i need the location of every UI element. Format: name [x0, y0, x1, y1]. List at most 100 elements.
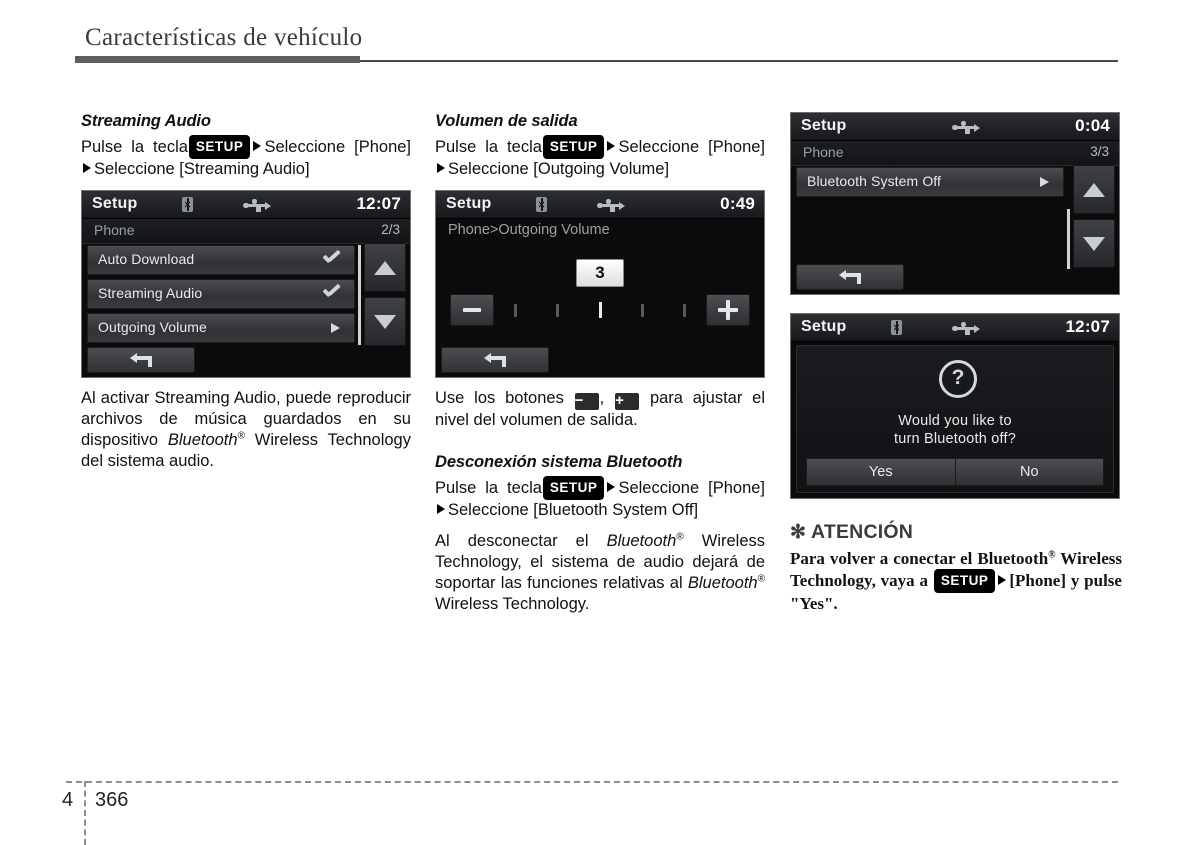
- volume-decrease-button[interactable]: [450, 294, 494, 326]
- screen-menu-list: Bluetooth System Off: [796, 167, 1064, 201]
- navigation-path-outgoing-volume: Pulse la tecla SETUP Seleccione [Phone] Se…: [435, 135, 765, 180]
- path-arrow-icon: [607, 482, 616, 492]
- setup-key-badge[interactable]: SETUP: [188, 135, 251, 159]
- screen-clock: 12:07: [356, 194, 401, 213]
- path-step-2: Seleccione [Outgoing Volume]: [448, 160, 670, 178]
- screen-breadcrumb-bar: Phone 2/3: [82, 219, 410, 244]
- scrollbar-track[interactable]: [1067, 209, 1070, 269]
- scroll-up-arrow-icon: [374, 260, 396, 275]
- usb-icon: [596, 199, 625, 212]
- dialog-message-line-2: turn Bluetooth off?: [893, 431, 1017, 447]
- minus-key-chip[interactable]: −: [574, 393, 599, 410]
- back-button[interactable]: [441, 347, 549, 373]
- back-icon: [130, 353, 152, 367]
- scroll-buttons: [1073, 165, 1115, 268]
- screen-title: Setup: [801, 117, 847, 134]
- path-arrow-icon-2: [437, 504, 445, 514]
- bluetooth-icon: [536, 197, 547, 212]
- chapter-number: 4: [62, 789, 74, 811]
- scroll-up-arrow-icon: [1083, 182, 1105, 197]
- bluetooth-icon: [182, 197, 193, 212]
- setup-key-badge[interactable]: SETUP: [542, 135, 605, 159]
- check-icon: [323, 252, 340, 264]
- page-header: Características de vehículo: [0, 0, 1200, 70]
- scrollbar-track[interactable]: [358, 245, 361, 345]
- list-item-label: Streaming Audio: [98, 285, 203, 301]
- description-streaming-audio: Al activar Streaming Audio, puede reprod…: [81, 389, 411, 470]
- no-button[interactable]: No: [955, 458, 1104, 486]
- chevron-right-icon: [1040, 177, 1049, 187]
- volume-value-display: 3: [576, 259, 624, 287]
- scroll-up-button[interactable]: [364, 243, 406, 292]
- path-arrow-icon-2: [437, 163, 445, 173]
- scroll-down-button[interactable]: [364, 297, 406, 346]
- list-item[interactable]: Outgoing Volume: [87, 313, 355, 343]
- path-arrow-icon: [998, 575, 1007, 585]
- list-item[interactable]: Bluetooth System Off: [796, 167, 1064, 197]
- back-button[interactable]: [87, 347, 195, 373]
- volume-tick: [556, 303, 560, 317]
- screen-status-bar: Setup 12:07: [791, 314, 1119, 342]
- screen-status-bar: Setup 12:07: [82, 191, 410, 219]
- path-step-2: Seleccione [Streaming Audio]: [94, 160, 310, 178]
- page-count: 3/3: [1090, 144, 1109, 159]
- path-prefix: Pulse la tecla: [81, 138, 188, 156]
- path-prefix: Pulse la tecla: [435, 138, 542, 156]
- check-icon: [323, 286, 340, 298]
- infotainment-screen-phone-list[interactable]: Setup 12:07 Phone 2/3 Auto Download Stre…: [81, 190, 411, 378]
- plus-icon: [707, 295, 749, 325]
- path-step-1: Seleccione [Phone]: [618, 138, 766, 156]
- scroll-down-arrow-icon: [374, 314, 396, 329]
- screen-title: Setup: [446, 195, 492, 212]
- screen-status-bar: Setup 0:49: [436, 191, 764, 219]
- volume-tick: [683, 303, 686, 317]
- path-arrow-icon-2: [83, 163, 91, 173]
- navigation-path-bluetooth-off: Pulse la tecla SETUP Seleccione [Phone] Se…: [435, 476, 765, 521]
- volume-tick-scale: [514, 301, 686, 319]
- usb-icon: [951, 121, 980, 134]
- back-icon: [839, 270, 861, 284]
- scroll-down-button[interactable]: [1073, 219, 1115, 268]
- setup-key-badge[interactable]: SETUP: [542, 476, 605, 500]
- screen-clock: 12:07: [1065, 317, 1110, 336]
- path-step-1: Seleccione [Phone]: [264, 138, 412, 156]
- usage-text-a: Use los botones: [435, 389, 564, 407]
- screen-clock: 0:49: [720, 194, 755, 213]
- path-step-2: Seleccione [Bluetooth System Off]: [448, 501, 699, 519]
- setup-key-badge[interactable]: SETUP: [933, 569, 996, 593]
- screen-breadcrumb-bar: Phone 3/3: [791, 141, 1119, 166]
- list-item[interactable]: Streaming Audio: [87, 279, 355, 309]
- minus-icon: [463, 308, 481, 312]
- page-title: Características de vehículo: [85, 24, 363, 51]
- header-rule-accent: [75, 56, 360, 63]
- dialog-body: ? Would you like to turn Bluetooth off? …: [796, 345, 1114, 493]
- path-arrow-icon: [253, 141, 262, 151]
- screen-title: Setup: [801, 318, 847, 335]
- notice-text: Para volver a conectar el Bluetooth® Wir…: [790, 549, 1122, 613]
- scroll-down-arrow-icon: [1083, 236, 1105, 251]
- section-title-outgoing-volume: Volumen de salida: [435, 112, 578, 130]
- header-rule-line: [360, 60, 1118, 62]
- volume-tick-active: [598, 302, 602, 318]
- plus-key-chip[interactable]: +: [615, 393, 640, 410]
- notice-title-text: ATENCIÓN: [811, 521, 914, 543]
- back-icon: [484, 353, 506, 367]
- infotainment-screen-outgoing-volume[interactable]: Setup 0:49 Phone>Outgoing Volume 3: [435, 190, 765, 378]
- infotainment-screen-bluetooth-confirm[interactable]: Setup 12:07 ? Would you like to turn Blu…: [790, 313, 1120, 499]
- screen-clock: 0:04: [1075, 116, 1110, 135]
- section-title-bluetooth-disconnect: Desconexión sistema Bluetooth: [435, 453, 683, 471]
- column-three: Setup 0:04 Phone 3/3 Bluetooth System Of…: [790, 112, 1122, 614]
- infotainment-screen-bluetooth-system-off[interactable]: Setup 0:04 Phone 3/3 Bluetooth System Of…: [790, 112, 1120, 295]
- back-button[interactable]: [796, 264, 904, 290]
- column-two: Volumen de salida Pulse la tecla SETUP Sel…: [435, 112, 765, 615]
- breadcrumb-label: Phone: [803, 144, 844, 160]
- screen-menu-list: Auto Download Streaming Audio Outgoing V…: [87, 245, 355, 347]
- notice-heading: ✻ ATENCIÓN: [790, 521, 1122, 544]
- volume-increase-button[interactable]: [706, 294, 750, 326]
- list-item-label: Bluetooth System Off: [807, 173, 942, 189]
- footer-vertical-divider: [84, 781, 86, 845]
- scroll-up-button[interactable]: [1073, 165, 1115, 214]
- dialog-buttons: Yes No: [806, 458, 1104, 486]
- yes-button[interactable]: Yes: [806, 458, 956, 486]
- list-item[interactable]: Auto Download: [87, 245, 355, 275]
